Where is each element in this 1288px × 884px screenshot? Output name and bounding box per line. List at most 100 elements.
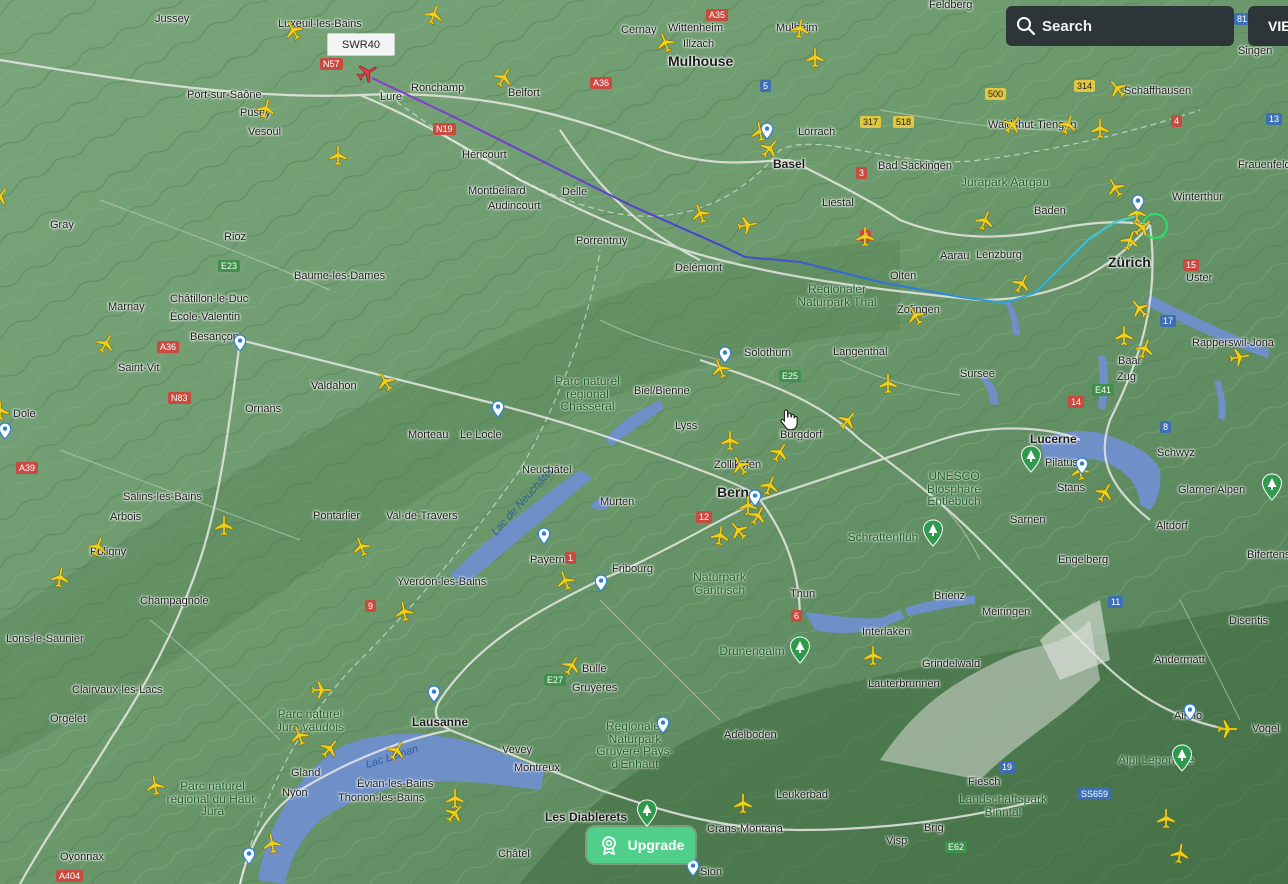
city-label[interactable]: Orgelet (50, 714, 86, 725)
city-label[interactable]: Saint-Vit (118, 363, 159, 374)
city-label[interactable]: Lons-le-Saunier (6, 634, 84, 645)
airport-pin-icon[interactable] (594, 574, 608, 592)
city-label[interactable]: Montbéliard (468, 186, 525, 197)
airport-pin-icon[interactable] (0, 422, 12, 440)
selected-flight-callsign-tag[interactable]: SWR40 (327, 33, 395, 56)
city-label[interactable]: Baden (1034, 206, 1066, 217)
airport-pin-icon[interactable] (427, 685, 441, 703)
aircraft-icon[interactable] (391, 598, 416, 623)
city-label[interactable]: Lenzburg (976, 250, 1022, 261)
city-label[interactable]: Fiesch (968, 777, 1000, 788)
city-label[interactable]: Grindelwald (922, 659, 980, 670)
airport-pin-icon[interactable] (491, 400, 505, 418)
city-label[interactable]: Lyss (675, 421, 697, 432)
city-label[interactable]: Nyon (282, 788, 308, 799)
city-label[interactable]: Belfort (508, 88, 540, 99)
aircraft-icon[interactable] (1227, 344, 1252, 369)
city-label[interactable]: Aarau (940, 251, 969, 262)
city-label[interactable]: Visp (886, 836, 907, 847)
park-label[interactable]: Naturpark Gantrisch (682, 571, 757, 596)
aircraft-icon[interactable] (311, 679, 333, 701)
city-label[interactable]: Altdorf (1156, 521, 1188, 532)
park-marker-icon[interactable] (1020, 445, 1042, 473)
city-label[interactable]: Héricourt (462, 150, 507, 161)
aircraft-icon[interactable] (1155, 807, 1177, 829)
city-label[interactable]: Stans (1057, 483, 1085, 494)
city-label[interactable]: Uster (1186, 273, 1212, 284)
city-label[interactable]: Bad Säckingen (878, 161, 952, 172)
city-label[interactable]: Baume-les-Dames (294, 271, 385, 282)
aircraft-icon[interactable] (1113, 324, 1135, 346)
city-label[interactable]: Pontarlier (313, 511, 360, 522)
city-label[interactable]: Delle (562, 187, 587, 198)
city-label[interactable]: Frauenfeld (1238, 160, 1288, 171)
city-label[interactable]: Feldberg (929, 0, 972, 11)
park-label[interactable]: Jurapark Aargau (960, 176, 1050, 189)
city-label[interactable]: Langenthal (833, 347, 887, 358)
park-marker-icon[interactable] (922, 519, 944, 547)
city-label[interactable]: Vogel (1252, 724, 1280, 735)
city-label[interactable]: Zürich (1108, 255, 1151, 269)
aircraft-icon[interactable] (0, 399, 11, 421)
city-label[interactable]: Ornans (245, 404, 281, 415)
city-label[interactable]: Winterthur (1172, 192, 1223, 203)
upgrade-button[interactable]: Upgrade (587, 827, 695, 863)
city-label[interactable]: Baar (1118, 356, 1141, 367)
airport-pin-icon[interactable] (748, 489, 762, 507)
city-label[interactable]: Dole (13, 409, 36, 420)
city-label[interactable]: Liestal (822, 198, 854, 209)
airport-pin-icon[interactable] (1075, 457, 1089, 475)
city-label[interactable]: Sursee (960, 369, 995, 380)
city-label[interactable]: Glarner Alpen (1178, 485, 1245, 496)
city-label[interactable]: Valdahon (311, 381, 357, 392)
city-label[interactable]: Yverdon-les-Bains (397, 577, 486, 588)
city-label[interactable]: Gruyères (572, 683, 617, 694)
aircraft-icon[interactable] (1217, 718, 1239, 740)
city-label[interactable]: Crans-Montana (707, 824, 783, 835)
city-label[interactable]: Lausanne (412, 716, 468, 728)
aircraft-icon[interactable] (735, 212, 760, 237)
aircraft-icon[interactable] (804, 46, 826, 68)
park-marker-icon[interactable] (789, 636, 811, 664)
city-label[interactable]: Brienz (934, 591, 965, 602)
aircraft-icon[interactable] (862, 644, 884, 666)
city-label[interactable]: Marnay (108, 302, 145, 313)
city-label[interactable]: Thun (790, 589, 815, 600)
airport-pin-icon[interactable] (1131, 194, 1145, 212)
city-label[interactable]: Vevey (502, 745, 532, 756)
park-label[interactable]: UNESCO Biosphäre Entlebuch (918, 470, 990, 508)
city-label[interactable]: Burgdorf (780, 430, 822, 441)
city-label[interactable]: Lure (380, 92, 402, 103)
city-label[interactable]: Gland (291, 768, 320, 779)
aircraft-icon[interactable] (707, 522, 732, 547)
city-label[interactable]: Biel/Bienne (634, 386, 690, 397)
park-marker-icon[interactable] (636, 799, 658, 827)
city-label[interactable]: Basel (773, 158, 805, 170)
city-label[interactable]: Vesoul (248, 127, 281, 138)
airport-pin-icon[interactable] (760, 122, 774, 140)
city-label[interactable]: Leukerbad (776, 790, 828, 801)
park-label[interactable]: Schrattenfluh (838, 531, 928, 544)
city-label[interactable]: Bifertenstock (1247, 550, 1288, 561)
aircraft-icon[interactable] (732, 792, 754, 814)
aircraft-icon[interactable] (719, 429, 741, 451)
park-label[interactable]: Parc naturel Jura vaudois (265, 708, 355, 733)
city-label[interactable]: Montreux (514, 763, 560, 774)
city-label[interactable]: Illzach (683, 39, 714, 50)
park-label[interactable]: Regionaler Naturpark Thal (792, 283, 882, 308)
city-label[interactable]: Schwyz (1157, 448, 1195, 459)
city-label[interactable]: Le Locle (460, 430, 502, 441)
city-label[interactable]: Gray (50, 220, 74, 231)
aircraft-icon[interactable] (47, 564, 72, 589)
city-label[interactable]: Champagnole (140, 596, 209, 607)
city-label[interactable]: Delémont (675, 263, 722, 274)
city-label[interactable]: Oyonnax (60, 852, 104, 863)
city-label[interactable]: Brig (924, 823, 944, 834)
city-label[interactable]: Engelberg (1058, 555, 1108, 566)
city-label[interactable]: Singen (1238, 46, 1272, 57)
park-label[interactable]: Parc naturel régional du Haut-Jura (165, 780, 260, 818)
airport-pin-icon[interactable] (718, 346, 732, 364)
city-label[interactable]: Mulhouse (668, 54, 733, 68)
city-label[interactable]: Lauterbrunnen (868, 679, 940, 690)
city-label[interactable]: Thonon-les-Bains (338, 793, 424, 804)
